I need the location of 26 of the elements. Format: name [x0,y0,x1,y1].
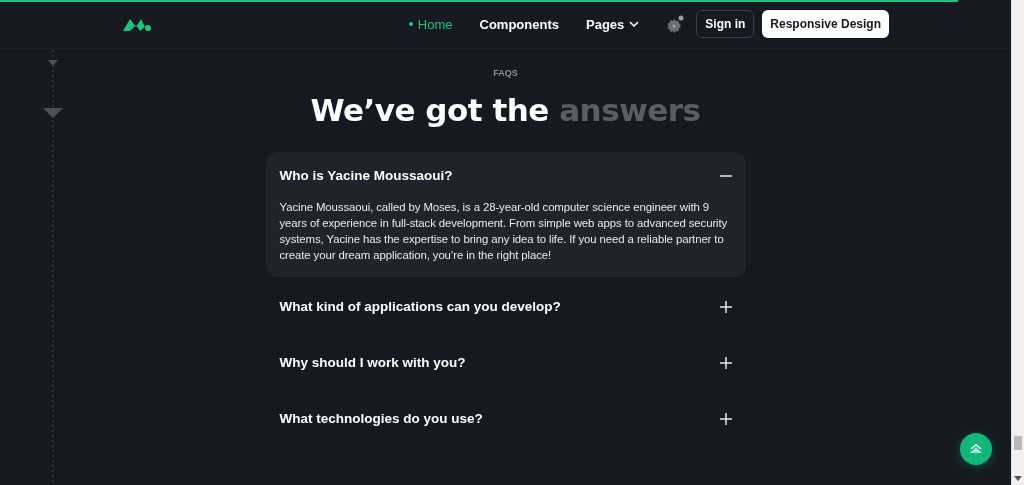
chevron-up-icon [969,444,983,454]
nav-link[interactable]: Pages [586,16,640,32]
scroll-to-top-button[interactable] [960,433,992,465]
nav-link[interactable]: Home [408,16,453,32]
faq-card[interactable] [265,152,746,277]
faq-item[interactable]: What technologies do you use? [265,397,746,453]
faq-question: Why should I work with you? [279,355,466,370]
faq-question: What technologies do you use? [279,411,483,426]
sign-in-button[interactable]: Sign in [696,10,755,38]
gear-icon[interactable] [666,15,685,33]
scroll-down-icon[interactable] [1014,476,1022,481]
scrollbar-thumb[interactable] [1014,436,1022,450]
active-dot [408,22,413,26]
plus-icon[interactable] [719,300,732,313]
plus-icon[interactable] [719,356,732,369]
responsive-design-button[interactable]: Responsive Design [762,10,889,38]
nav-link[interactable]: Components [479,16,559,32]
section-eyebrow: FAQS [493,68,518,78]
plus-icon[interactable] [719,412,732,425]
faq-item[interactable]: What kind of applications can you develop? [265,285,746,341]
faq-question: Who is Yacine Moussaoui? [279,168,453,183]
section-heading: We’ve got the answers [310,92,701,128]
scrollbar[interactable] [1011,0,1024,485]
faq-item[interactable]: Why should I work with you? [265,341,746,397]
faq-question: What kind of applications can you develop? [279,299,561,314]
faq-answer: Yacine Moussaoui, called by Moses, is a 28-year-old computer science engineer with 9 years of experience in full-stack development. From simple web apps to advanced security systems, Yacine has the expertise to bring any idea to life. If you need a reliable partner to create your dream application, you’re in the right place! [279,200,729,263]
